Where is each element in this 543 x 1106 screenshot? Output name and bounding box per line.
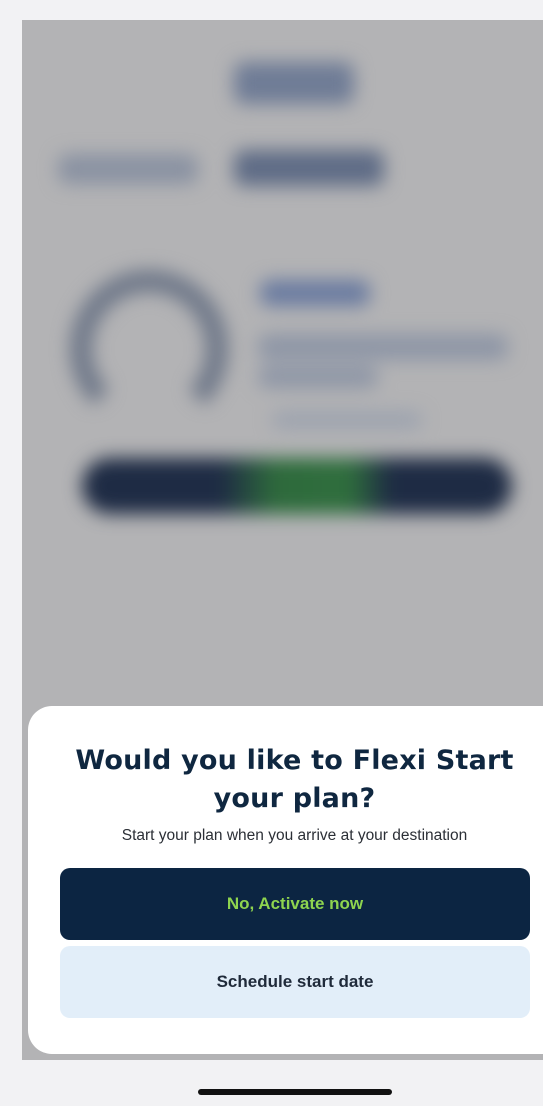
blurred-header-title — [234, 62, 354, 104]
blurred-tab-right — [234, 150, 384, 186]
blurred-usage-gauge — [70, 270, 228, 428]
blurred-plan-name — [260, 280, 370, 306]
blurred-tab-left — [58, 154, 198, 184]
blurred-plan-details-2 — [258, 366, 378, 388]
sheet-subtitle: Start your plan when you arrive at your … — [121, 827, 468, 844]
blurred-action-bar — [82, 458, 512, 514]
blurred-plan-details — [258, 334, 508, 360]
screen: Would you like to Flexi Start your plan?… — [0, 0, 543, 1106]
flexi-start-bottom-sheet: Would you like to Flexi Start your plan?… — [28, 706, 543, 1054]
blurred-link — [272, 412, 422, 428]
schedule-start-date-button[interactable]: Schedule start date — [60, 946, 530, 1018]
sheet-title: Would you like to Flexi Start your plan? — [75, 745, 514, 814]
activate-now-button[interactable]: No, Activate now — [60, 868, 530, 940]
home-indicator[interactable] — [198, 1089, 392, 1095]
